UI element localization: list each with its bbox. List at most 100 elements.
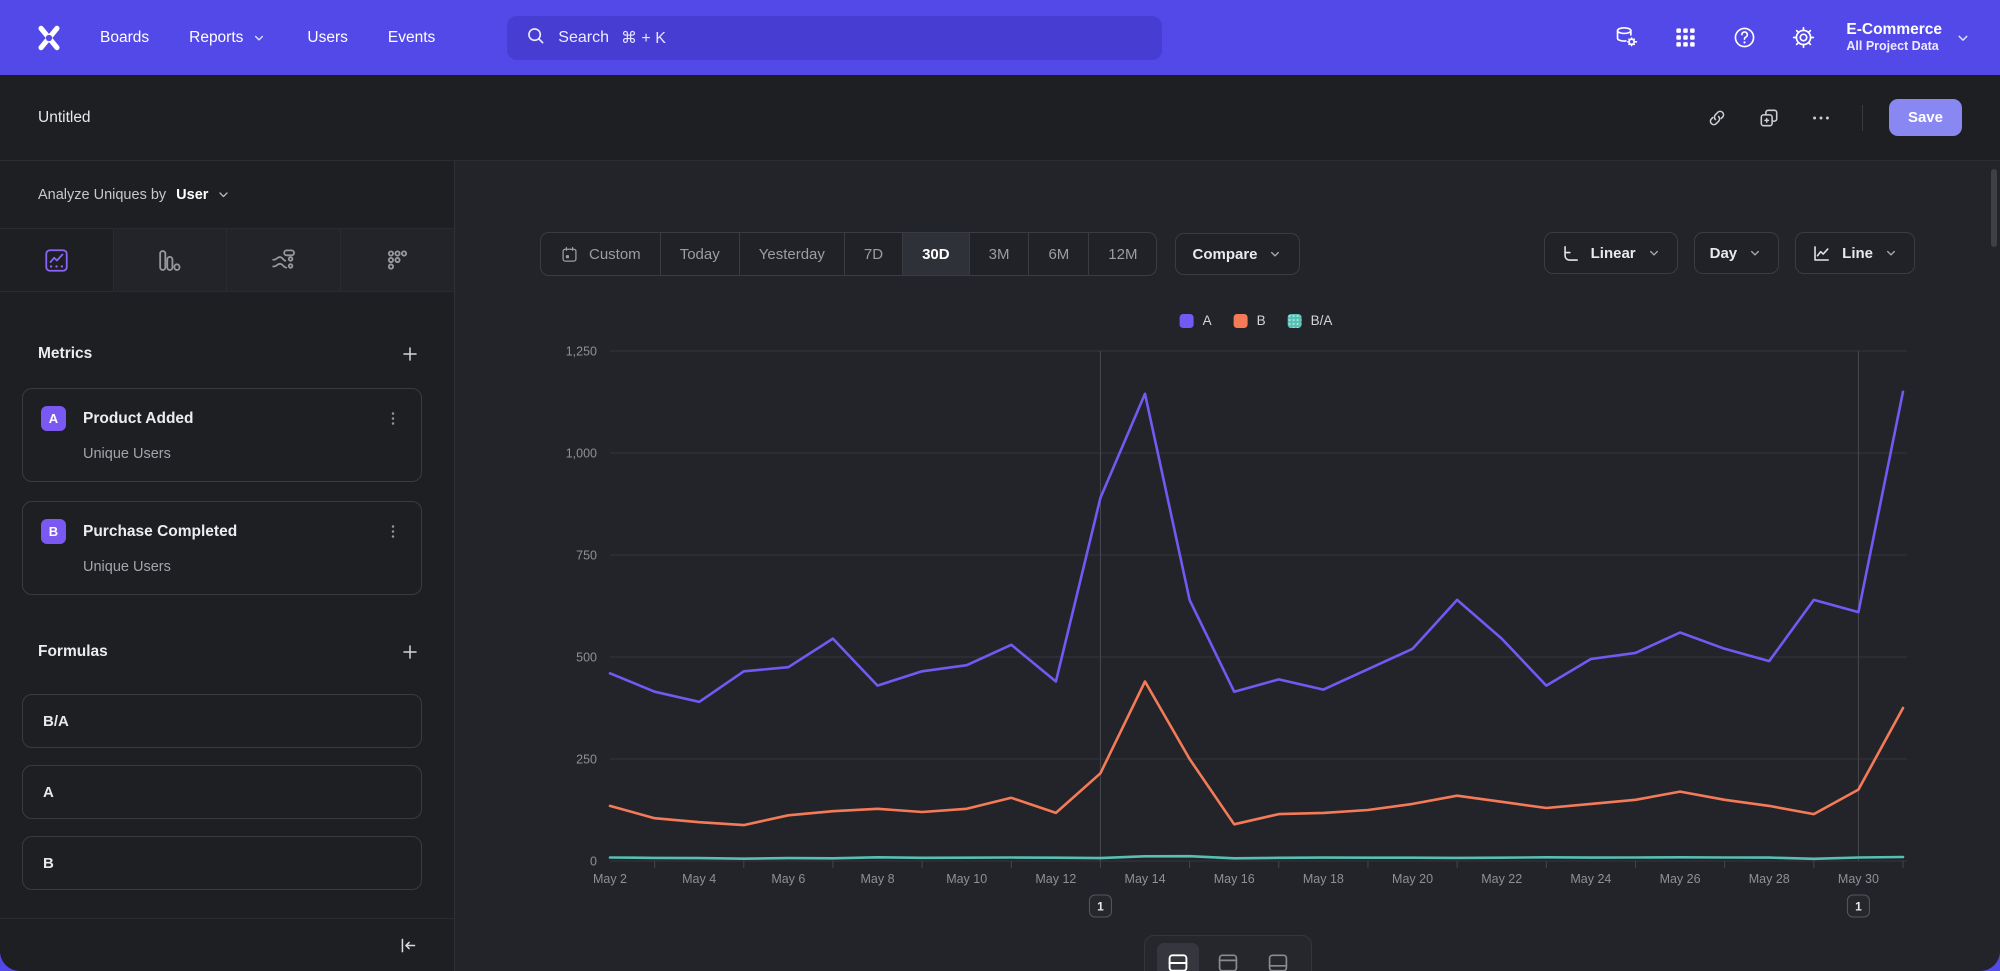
layout-bottom-icon [1266, 951, 1290, 971]
metric-name: Purchase Completed [83, 523, 237, 541]
search-input[interactable]: Search ⌘ + K [507, 16, 1162, 60]
y-axis-tick-label: 0 [590, 855, 597, 869]
collapse-sidebar-icon[interactable] [397, 935, 418, 956]
series-line-a[interactable] [610, 392, 1903, 702]
nav-item-boards[interactable]: Boards [100, 29, 149, 47]
chevron-down-icon [1267, 246, 1283, 262]
formula-list: B/A A B [0, 694, 454, 890]
x-axis-tick-label: May 16 [1214, 872, 1255, 886]
interval-selector[interactable]: Day [1694, 232, 1780, 274]
range-label: 6M [1048, 246, 1069, 263]
content-row: Analyze Uniques by User Metrics AProduct… [0, 161, 2000, 971]
formula-card-b[interactable]: B [22, 836, 422, 890]
tab-funnels[interactable] [114, 229, 228, 291]
query-sidebar: Analyze Uniques by User Metrics AProduct… [0, 161, 455, 971]
chart-panel: Custom Today Yesterday 7D 30D 3M 6M 12M Compare… [455, 161, 2000, 971]
retention-tab-icon [384, 247, 411, 274]
nav-item-label: Boards [100, 29, 149, 47]
tab-retention[interactable] [341, 229, 455, 291]
metrics-title: Metrics [38, 345, 92, 363]
more-horizontal-icon[interactable] [1810, 107, 1832, 129]
layout-bottom-button[interactable] [1257, 943, 1299, 971]
chart-type-selector[interactable]: Line [1795, 232, 1915, 274]
mixpanel-logo-glyph [32, 22, 66, 54]
chevron-down-icon [1747, 245, 1763, 261]
nav-right-cluster: E-Commerce All Project Data [1580, 20, 1972, 55]
scrollbar-thumb[interactable] [1991, 169, 1997, 247]
top-nav: Boards Reports Users Events Search ⌘ + K E-… [0, 0, 2000, 75]
nav-item-users[interactable]: Users [307, 29, 347, 47]
nav-item-events[interactable]: Events [388, 29, 435, 47]
mixpanel-logo[interactable] [28, 18, 70, 58]
formula-card-b-a[interactable]: B/A [22, 694, 422, 748]
series-line-b[interactable] [610, 682, 1903, 826]
range-7d[interactable]: 7D [845, 233, 903, 275]
y-axis-tick-label: 1,000 [566, 447, 597, 461]
metrics-section-header: Metrics [38, 344, 420, 364]
metric-measure[interactable]: Unique Users [83, 446, 403, 462]
project-switcher[interactable]: E-Commerce All Project Data [1846, 20, 1942, 55]
y-axis-tick-label: 500 [576, 651, 597, 665]
linear-scale-icon [1560, 243, 1581, 264]
duplicate-icon[interactable] [1758, 107, 1780, 129]
settings-gear-icon[interactable] [1791, 25, 1816, 50]
link-icon[interactable] [1706, 107, 1728, 129]
range-12m[interactable]: 12M [1089, 233, 1156, 275]
layout-split-icon [1166, 951, 1190, 971]
range-label: Custom [589, 246, 641, 263]
metric-card-a[interactable]: AProduct AddedUnique Users [22, 388, 422, 482]
settings-gear-icon [1791, 25, 1816, 50]
add-metric-button[interactable] [400, 344, 420, 364]
nav-item-label: Users [307, 29, 347, 47]
x-axis-tick-label: May 12 [1035, 872, 1076, 886]
help-icon[interactable] [1732, 25, 1757, 50]
range-6m[interactable]: 6M [1029, 233, 1089, 275]
scale-selector[interactable]: Linear [1544, 232, 1678, 274]
formula-card-a[interactable]: A [22, 765, 422, 819]
compare-label: Compare [1192, 246, 1257, 263]
data-icon[interactable] [1614, 25, 1639, 50]
chevron-down-icon[interactable] [1954, 29, 1972, 47]
tab-insights[interactable] [0, 229, 114, 291]
compare-button[interactable]: Compare [1175, 233, 1299, 275]
link-icon [1706, 107, 1728, 129]
range-yesterday[interactable]: Yesterday [740, 233, 845, 275]
plus-icon [400, 344, 420, 364]
search-shortcut: ⌘ + K [621, 28, 666, 48]
report-type-tabs [0, 229, 454, 292]
range-label: 12M [1108, 246, 1137, 263]
more-vertical-icon[interactable] [383, 409, 403, 429]
apps-grid-icon[interactable] [1673, 25, 1698, 50]
range-3m[interactable]: 3M [970, 233, 1030, 275]
chevron-down-icon[interactable] [215, 186, 232, 203]
nav-item-reports[interactable]: Reports [189, 29, 267, 47]
range-label: Today [680, 246, 720, 263]
more-horizontal-icon [1810, 107, 1832, 129]
sidebar-footer [0, 918, 454, 971]
divider [1862, 105, 1863, 131]
chart-type-label: Line [1842, 245, 1873, 262]
series-line-b-a[interactable] [610, 856, 1903, 859]
date-range-toolbar: Custom Today Yesterday 7D 30D 3M 6M 12M Compare [540, 232, 1300, 276]
layout-split-button[interactable] [1157, 943, 1199, 971]
metric-list: AProduct AddedUnique UsersBPurchase Comp… [0, 388, 454, 595]
analyze-value[interactable]: User [176, 187, 208, 203]
range-30d[interactable]: 30D [903, 233, 970, 275]
apps-grid-icon [1673, 25, 1698, 50]
data-icon [1614, 25, 1639, 50]
tab-flows[interactable] [227, 229, 341, 291]
metric-measure[interactable]: Unique Users [83, 559, 403, 575]
save-button[interactable]: Save [1889, 99, 1962, 136]
layout-top-button[interactable] [1207, 943, 1249, 971]
metric-card-b[interactable]: BPurchase CompletedUnique Users [22, 501, 422, 595]
x-axis-tick-label: May 24 [1570, 872, 1611, 886]
formula-expression: B [43, 855, 54, 872]
more-vertical-icon[interactable] [383, 522, 403, 542]
range-label: 7D [864, 246, 883, 263]
range-label: 3M [989, 246, 1010, 263]
range-today[interactable]: Today [661, 233, 740, 275]
report-title[interactable]: Untitled [38, 109, 91, 127]
range-custom[interactable]: Custom [541, 233, 661, 275]
add-formula-button[interactable] [400, 642, 420, 662]
x-axis-tick-label: May 20 [1392, 872, 1433, 886]
